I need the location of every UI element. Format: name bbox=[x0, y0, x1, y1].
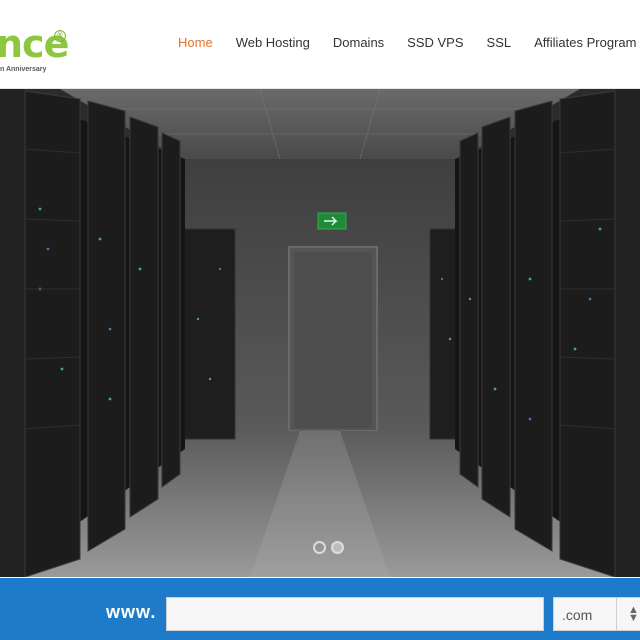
domain-search-input[interactable] bbox=[166, 597, 544, 631]
slide-dot-2[interactable] bbox=[331, 541, 344, 554]
tld-divider bbox=[616, 598, 617, 630]
select-arrows-icon: ▲ ▼ bbox=[628, 604, 639, 624]
hero-slider bbox=[0, 89, 640, 577]
main-nav: Home Web Hosting Domains SSD VPS SSL Aff… bbox=[178, 35, 640, 50]
slide-dot-1[interactable] bbox=[313, 541, 326, 554]
slider-dots bbox=[313, 541, 349, 554]
nav-item-web-hosting[interactable]: Web Hosting bbox=[236, 35, 310, 50]
server-room-image bbox=[0, 89, 640, 577]
exit-sign-icon bbox=[317, 212, 347, 230]
nav-item-affiliates-program[interactable]: Affiliates Program bbox=[534, 35, 636, 50]
nav-item-domains[interactable]: Domains bbox=[333, 35, 384, 50]
logo-tagline: n Anniversary bbox=[0, 66, 47, 73]
nav-item-ssd-vps[interactable]: SSD VPS bbox=[407, 35, 463, 50]
nav-item-ssl[interactable]: SSL bbox=[487, 35, 512, 50]
nav-item-home[interactable]: Home bbox=[178, 35, 213, 50]
logo-wordmark: nce bbox=[0, 22, 69, 66]
domain-search-bar: www. .com ▲ ▼ bbox=[0, 578, 640, 640]
registered-mark-icon: ® bbox=[54, 30, 66, 42]
tld-selected-value: .com bbox=[562, 607, 593, 623]
site-header: nce ® n Anniversary Home Web Hosting Dom… bbox=[0, 0, 640, 89]
tld-select[interactable]: .com ▲ ▼ bbox=[553, 597, 640, 631]
www-prefix-label: www. bbox=[106, 602, 157, 622]
